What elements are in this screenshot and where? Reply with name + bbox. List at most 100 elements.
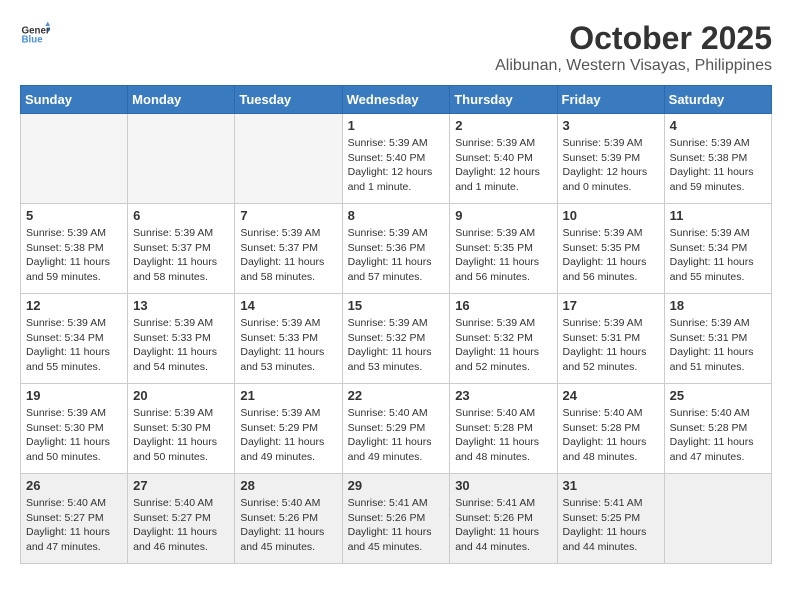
calendar-cell: 26 Sunrise: 5:40 AMSunset: 5:27 PMDayligh… <box>21 474 128 564</box>
day-number: 31 <box>563 478 659 493</box>
day-number: 4 <box>670 118 766 133</box>
calendar-cell: 14 Sunrise: 5:39 AMSunset: 5:33 PMDayligh… <box>235 294 342 384</box>
week-row-3: 12 Sunrise: 5:39 AMSunset: 5:34 PMDayligh… <box>21 294 772 384</box>
day-info: Sunrise: 5:39 AMSunset: 5:32 PMDaylight:… <box>455 316 551 375</box>
day-number: 10 <box>563 208 659 223</box>
month-title: October 2025 <box>495 20 772 57</box>
calendar-cell <box>128 114 235 204</box>
day-number: 12 <box>26 298 122 313</box>
day-info: Sunrise: 5:39 AMSunset: 5:33 PMDaylight:… <box>133 316 229 375</box>
day-info: Sunrise: 5:41 AMSunset: 5:25 PMDaylight:… <box>563 496 659 555</box>
day-info: Sunrise: 5:40 AMSunset: 5:27 PMDaylight:… <box>26 496 122 555</box>
title-section: October 2025 Alibunan, Western Visayas, … <box>495 20 772 75</box>
day-number: 22 <box>348 388 445 403</box>
calendar-cell: 6Sunrise: 5:39 AMSunset: 5:37 PMDaylight… <box>128 204 235 294</box>
day-info: Sunrise: 5:39 AMSunset: 5:36 PMDaylight:… <box>348 226 445 285</box>
day-number: 20 <box>133 388 229 403</box>
calendar-cell <box>235 114 342 204</box>
weekday-header-friday: Friday <box>557 86 664 114</box>
calendar-cell: 31 Sunrise: 5:41 AMSunset: 5:25 PMDayligh… <box>557 474 664 564</box>
weekday-header-tuesday: Tuesday <box>235 86 342 114</box>
calendar-cell: 3Sunrise: 5:39 AMSunset: 5:39 PMDaylight… <box>557 114 664 204</box>
calendar-cell: 29 Sunrise: 5:41 AMSunset: 5:26 PMDayligh… <box>342 474 450 564</box>
day-info: Sunrise: 5:39 AMSunset: 5:35 PMDaylight:… <box>563 226 659 285</box>
day-info: Sunrise: 5:39 AMSunset: 5:30 PMDaylight:… <box>133 406 229 465</box>
calendar-cell: 15 Sunrise: 5:39 AMSunset: 5:32 PMDayligh… <box>342 294 450 384</box>
calendar-cell: 24 Sunrise: 5:40 AMSunset: 5:28 PMDayligh… <box>557 384 664 474</box>
weekday-header-sunday: Sunday <box>21 86 128 114</box>
day-info: Sunrise: 5:39 AMSunset: 5:29 PMDaylight:… <box>240 406 336 465</box>
calendar-cell: 23Sunrise: 5:40 AMSunset: 5:28 PMDayligh… <box>450 384 557 474</box>
calendar-cell: 7 Sunrise: 5:39 AMSunset: 5:37 PMDaylight… <box>235 204 342 294</box>
week-row-1: 1 Sunrise: 5:39 AMSunset: 5:40 PMDaylight… <box>21 114 772 204</box>
day-info: Sunrise: 5:39 AMSunset: 5:34 PMDaylight:… <box>670 226 766 285</box>
day-info: Sunrise: 5:40 AMSunset: 5:28 PMDaylight:… <box>670 406 766 465</box>
day-number: 14 <box>240 298 336 313</box>
day-number: 30 <box>455 478 551 493</box>
day-info: Sunrise: 5:39 AMSunset: 5:38 PMDaylight:… <box>26 226 122 285</box>
logo-icon: General Blue <box>20 20 50 50</box>
day-info: Sunrise: 5:41 AMSunset: 5:26 PMDaylight:… <box>455 496 551 555</box>
calendar-cell: 16Sunrise: 5:39 AMSunset: 5:32 PMDayligh… <box>450 294 557 384</box>
day-number: 5 <box>26 208 122 223</box>
calendar-cell: 13 Sunrise: 5:39 AMSunset: 5:33 PMDayligh… <box>128 294 235 384</box>
day-info: Sunrise: 5:40 AMSunset: 5:27 PMDaylight:… <box>133 496 229 555</box>
week-row-4: 19 Sunrise: 5:39 AMSunset: 5:30 PMDayligh… <box>21 384 772 474</box>
weekday-header-row: SundayMondayTuesdayWednesdayThursdayFrid… <box>21 86 772 114</box>
day-info: Sunrise: 5:39 AMSunset: 5:35 PMDaylight:… <box>455 226 551 285</box>
day-info: Sunrise: 5:39 AMSunset: 5:37 PMDaylight:… <box>240 226 336 285</box>
calendar-table: SundayMondayTuesdayWednesdayThursdayFrid… <box>20 85 772 564</box>
day-number: 19 <box>26 388 122 403</box>
day-number: 26 <box>26 478 122 493</box>
day-info: Sunrise: 5:40 AMSunset: 5:29 PMDaylight:… <box>348 406 445 465</box>
calendar-cell: 19Sunrise: 5:39 AMSunset: 5:30 PMDayligh… <box>21 384 128 474</box>
calendar-cell: 17 Sunrise: 5:39 AMSunset: 5:31 PMDayligh… <box>557 294 664 384</box>
calendar-cell <box>664 474 771 564</box>
calendar-cell: 30 Sunrise: 5:41 AMSunset: 5:26 PMDayligh… <box>450 474 557 564</box>
day-number: 29 <box>348 478 445 493</box>
calendar-cell: 1 Sunrise: 5:39 AMSunset: 5:40 PMDaylight… <box>342 114 450 204</box>
calendar-cell: 4 Sunrise: 5:39 AMSunset: 5:38 PMDaylight… <box>664 114 771 204</box>
calendar-cell <box>21 114 128 204</box>
calendar-cell: 2Sunrise: 5:39 AMSunset: 5:40 PMDaylight… <box>450 114 557 204</box>
day-number: 3 <box>563 118 659 133</box>
day-number: 18 <box>670 298 766 313</box>
day-info: Sunrise: 5:40 AMSunset: 5:28 PMDaylight:… <box>563 406 659 465</box>
day-info: Sunrise: 5:39 AMSunset: 5:38 PMDaylight:… <box>670 136 766 195</box>
calendar-cell: 8Sunrise: 5:39 AMSunset: 5:36 PMDaylight… <box>342 204 450 294</box>
weekday-header-saturday: Saturday <box>664 86 771 114</box>
day-info: Sunrise: 5:39 AMSunset: 5:31 PMDaylight:… <box>670 316 766 375</box>
day-info: Sunrise: 5:39 AMSunset: 5:31 PMDaylight:… <box>563 316 659 375</box>
calendar-cell: 11 Sunrise: 5:39 AMSunset: 5:34 PMDayligh… <box>664 204 771 294</box>
calendar-cell: 18 Sunrise: 5:39 AMSunset: 5:31 PMDayligh… <box>664 294 771 384</box>
day-info: Sunrise: 5:39 AMSunset: 5:40 PMDaylight:… <box>455 136 551 195</box>
day-number: 24 <box>563 388 659 403</box>
calendar-cell: 20 Sunrise: 5:39 AMSunset: 5:30 PMDayligh… <box>128 384 235 474</box>
day-number: 11 <box>670 208 766 223</box>
day-info: Sunrise: 5:39 AMSunset: 5:33 PMDaylight:… <box>240 316 336 375</box>
weekday-header-wednesday: Wednesday <box>342 86 450 114</box>
day-number: 13 <box>133 298 229 313</box>
day-number: 25 <box>670 388 766 403</box>
day-info: Sunrise: 5:39 AMSunset: 5:32 PMDaylight:… <box>348 316 445 375</box>
svg-text:Blue: Blue <box>22 35 44 46</box>
day-info: Sunrise: 5:41 AMSunset: 5:26 PMDaylight:… <box>348 496 445 555</box>
page-header: General Blue October 2025 Alibunan, West… <box>20 20 772 75</box>
calendar-cell: 9 Sunrise: 5:39 AMSunset: 5:35 PMDaylight… <box>450 204 557 294</box>
calendar-cell: 10 Sunrise: 5:39 AMSunset: 5:35 PMDayligh… <box>557 204 664 294</box>
day-number: 15 <box>348 298 445 313</box>
day-number: 1 <box>348 118 445 133</box>
day-info: Sunrise: 5:39 AMSunset: 5:34 PMDaylight:… <box>26 316 122 375</box>
calendar-cell: 25 Sunrise: 5:40 AMSunset: 5:28 PMDayligh… <box>664 384 771 474</box>
location-title: Alibunan, Western Visayas, Philippines <box>495 57 772 75</box>
calendar-cell: 27 Sunrise: 5:40 AMSunset: 5:27 PMDayligh… <box>128 474 235 564</box>
day-number: 9 <box>455 208 551 223</box>
day-number: 17 <box>563 298 659 313</box>
logo: General Blue <box>20 20 50 50</box>
week-row-5: 26 Sunrise: 5:40 AMSunset: 5:27 PMDayligh… <box>21 474 772 564</box>
day-number: 27 <box>133 478 229 493</box>
day-number: 7 <box>240 208 336 223</box>
day-info: Sunrise: 5:39 AMSunset: 5:40 PMDaylight:… <box>348 136 445 195</box>
calendar-cell: 12 Sunrise: 5:39 AMSunset: 5:34 PMDayligh… <box>21 294 128 384</box>
day-info: Sunrise: 5:39 AMSunset: 5:37 PMDaylight:… <box>133 226 229 285</box>
